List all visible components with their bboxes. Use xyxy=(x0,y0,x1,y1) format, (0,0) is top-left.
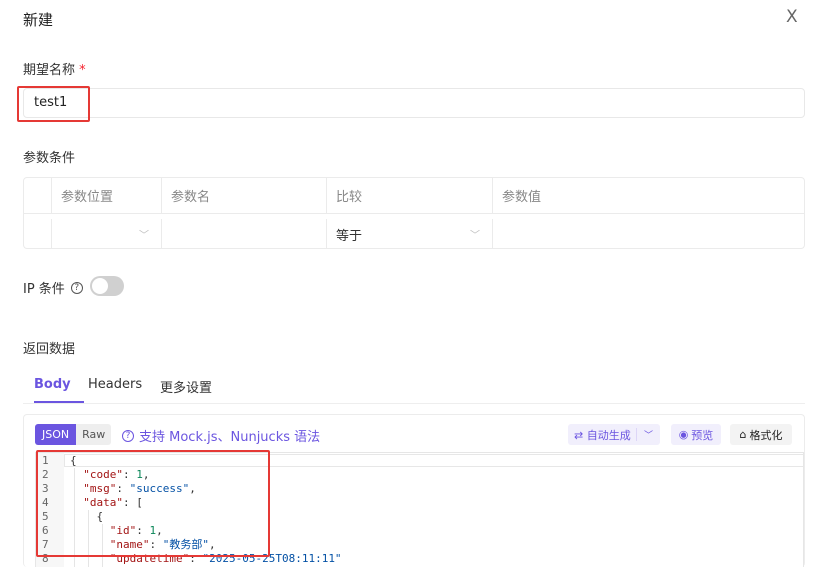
tab-body[interactable]: Body xyxy=(34,377,71,392)
line-number: 4 xyxy=(42,496,49,509)
code-key: "data" xyxy=(83,496,123,509)
line-number: 1 xyxy=(42,454,49,467)
syntax-hint-text: 支持 Mock.js、Nunjucks 语法 xyxy=(139,430,321,445)
code-punct: , xyxy=(156,524,163,537)
auto-generate-text: 自动生成 xyxy=(586,428,631,442)
body-editor-panel: JSON Raw ? 支持 Mock.js、Nunjucks 语法 ⇄ 自动生成… xyxy=(23,414,805,567)
dialog-header: 新建 X xyxy=(0,0,830,38)
help-icon: ? xyxy=(122,429,134,442)
column-header-value: 参数值 xyxy=(502,190,542,205)
code-key: "id" xyxy=(109,524,137,537)
param-name-input[interactable] xyxy=(162,219,327,249)
drag-handle-cell[interactable] xyxy=(24,219,52,249)
param-conditions-label: 参数条件 xyxy=(23,151,76,166)
mode-raw-button[interactable]: Raw xyxy=(76,424,112,445)
line-number-gutter xyxy=(36,453,64,567)
expect-name-label-text: 期望名称 xyxy=(23,63,76,78)
help-icon[interactable]: ? xyxy=(70,281,83,294)
code-line: "code": 1, xyxy=(83,468,150,481)
ip-condition-label: IP 条件 ? xyxy=(23,278,83,297)
code-punct: , xyxy=(209,538,216,551)
code-key: "updatetime" xyxy=(109,552,190,565)
code-line: "data": [ xyxy=(83,496,143,509)
code-line: { xyxy=(70,454,77,468)
column-header-position: 参数位置 xyxy=(52,178,162,213)
format-mode-switch: JSON Raw xyxy=(35,424,112,445)
expect-name-input[interactable]: test1 xyxy=(23,88,805,118)
close-icon[interactable]: X xyxy=(786,8,802,26)
mode-json-button[interactable]: JSON xyxy=(35,424,77,445)
chevron-down-icon: ﹀ xyxy=(470,230,480,242)
format-button[interactable]: ⌂ 格式化 xyxy=(730,424,792,445)
code-line: "updatetime": "2025-05-25T08:11:11" xyxy=(109,552,342,565)
auto-generate-label: ⇄ 自动生成 xyxy=(568,427,636,443)
code-key: "name" xyxy=(109,538,150,551)
chevron-down-icon[interactable]: ﹀ xyxy=(636,428,660,441)
ip-condition-label-text: IP 条件 xyxy=(23,282,65,297)
preview-label: 预览 xyxy=(691,428,714,442)
code-value: "2025-05-25T08:11:11" xyxy=(202,552,342,565)
line-number: 3 xyxy=(42,482,49,495)
code-value: 1 xyxy=(136,468,143,481)
position-select[interactable]: ﹀ xyxy=(52,219,162,249)
format-label: 格式化 xyxy=(749,428,783,442)
tab-headers[interactable]: Headers xyxy=(88,377,142,392)
code-punct: , xyxy=(189,482,196,495)
line-number: 8 xyxy=(42,552,49,565)
return-data-label: 返回数据 xyxy=(23,342,76,357)
code-punct: , xyxy=(142,468,150,481)
code-punct: { xyxy=(70,454,77,467)
chevron-down-icon: ﹀ xyxy=(139,230,149,242)
code-key: "code" xyxy=(83,468,123,481)
table-header-row: 参数位置 参数名 比较 参数值 xyxy=(24,178,804,214)
table-row: ﹀ 等于 ﹀ xyxy=(24,219,804,249)
param-value-input[interactable] xyxy=(493,219,804,249)
syntax-hint-link[interactable]: ? 支持 Mock.js、Nunjucks 语法 xyxy=(122,426,320,445)
dialog-title: 新建 xyxy=(23,11,54,29)
toggle-knob xyxy=(92,278,108,294)
line-number: 6 xyxy=(42,524,49,537)
preview-button[interactable]: ◉ 预览 xyxy=(671,424,721,445)
ip-condition-toggle[interactable] xyxy=(90,276,124,296)
compare-select[interactable]: 等于 ﹀ xyxy=(327,219,493,249)
code-punct: { xyxy=(96,510,104,523)
active-tab-indicator xyxy=(34,401,84,403)
eye-icon: ◉ xyxy=(678,428,689,441)
code-value: "教务部" xyxy=(162,538,209,551)
code-line: "msg": "success", xyxy=(83,482,196,495)
compare-select-value: 等于 xyxy=(336,228,363,244)
column-header-compare: 比较 xyxy=(327,178,493,213)
code-key: "msg" xyxy=(83,482,117,495)
active-line-highlight xyxy=(64,454,803,467)
code-line: "id": 1, xyxy=(109,524,163,537)
code-line: { xyxy=(70,510,104,524)
line-number: 2 xyxy=(42,468,49,481)
code-line: "name": "教务部", xyxy=(109,538,216,551)
code-value: "success" xyxy=(129,482,190,495)
column-header-name: 参数名 xyxy=(162,178,327,213)
param-conditions-table: 参数位置 参数名 比较 参数值 ﹀ 等于 ﹀ xyxy=(23,177,805,249)
return-data-tabs: Body Headers 更多设置 xyxy=(23,370,805,404)
line-number: 5 xyxy=(42,510,49,523)
swap-icon: ⇄ xyxy=(574,428,584,442)
auto-generate-button[interactable]: ⇄ 自动生成 ﹀ xyxy=(568,424,660,445)
editor-toolbar: JSON Raw ? 支持 Mock.js、Nunjucks 语法 ⇄ 自动生成… xyxy=(24,415,804,451)
line-number: 7 xyxy=(42,538,49,551)
code-value: [ xyxy=(136,496,143,509)
drag-column-header xyxy=(24,178,52,213)
format-icon: ⌂ xyxy=(739,428,747,441)
tab-more-settings[interactable]: 更多设置 xyxy=(160,377,212,396)
expect-name-label: 期望名称 * xyxy=(23,59,86,78)
code-editor[interactable]: 1 { 2 "code": 1, 3 "msg": "success", 4 "… xyxy=(35,452,804,567)
required-mark: * xyxy=(79,63,86,78)
